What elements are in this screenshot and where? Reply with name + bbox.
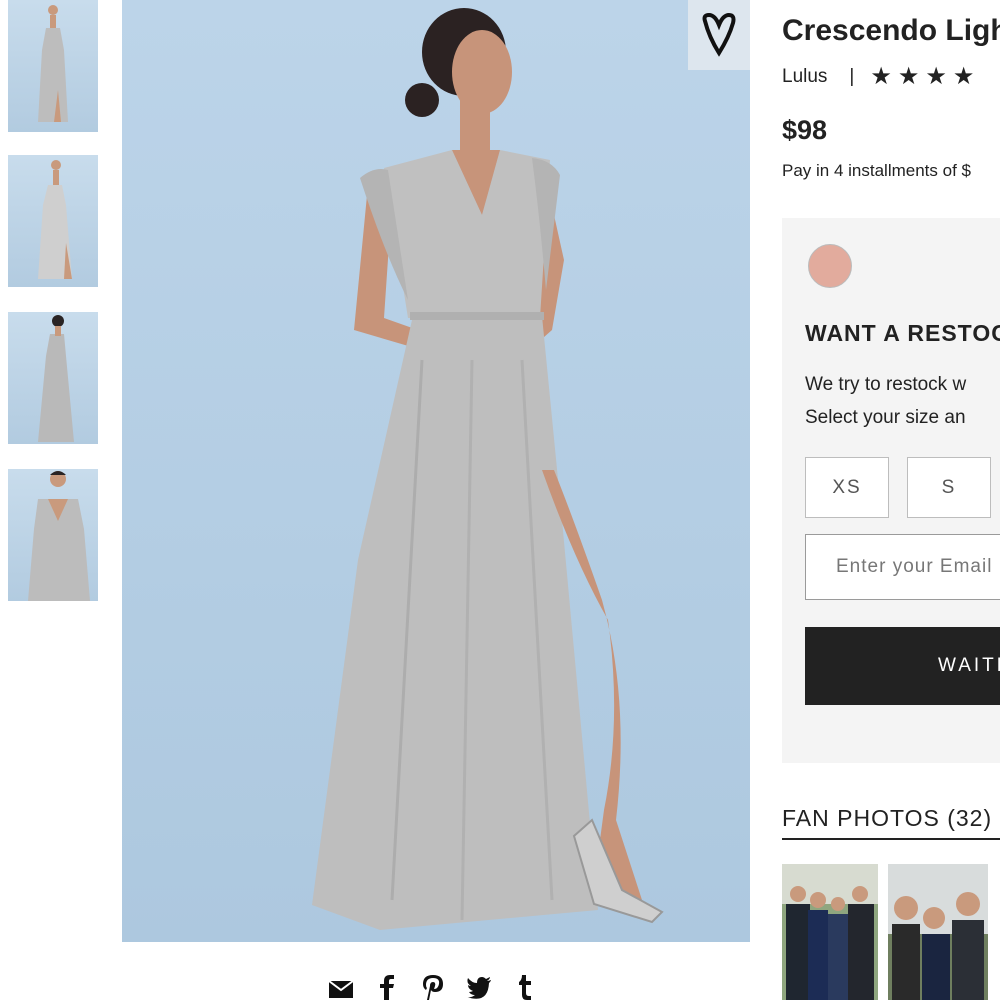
color-swatch[interactable] <box>808 244 852 288</box>
installments-text: Pay in 4 installments of $ <box>782 161 971 180</box>
restock-description: We try to restock w Select your size an <box>805 368 966 434</box>
wishlist-heart-button[interactable] <box>688 0 750 70</box>
email-icon[interactable] <box>328 974 354 1000</box>
facebook-icon[interactable] <box>374 974 400 1000</box>
fan-photos-title: FAN PHOTOS (32) <box>782 805 993 831</box>
pinterest-icon[interactable] <box>420 974 446 1000</box>
thumbnail-back[interactable] <box>8 312 98 444</box>
brand-link[interactable]: Lulus <box>782 66 827 88</box>
product-main-image[interactable] <box>122 0 750 942</box>
heart-icon <box>702 13 736 57</box>
restock-line-1: We try to restock w <box>805 374 967 395</box>
restock-title: WANT A RESTOCK <box>805 320 1000 346</box>
thumbnail-front[interactable] <box>8 0 98 132</box>
brand-rating-row: Lulus | ★★★★ <box>782 62 980 91</box>
product-title: Crescendo Light <box>782 14 1000 47</box>
restock-line-2: Select your size an <box>805 407 966 428</box>
product-price: $98 <box>782 115 828 145</box>
fan-photos-divider <box>782 838 1000 840</box>
twitter-icon[interactable] <box>466 974 492 1000</box>
thumbnail-side[interactable] <box>8 155 98 287</box>
size-button-s[interactable]: S <box>907 457 991 518</box>
tumblr-icon[interactable] <box>512 974 538 1000</box>
restock-panel: WANT A RESTOCK We try to restock w Selec… <box>782 218 1000 763</box>
fan-photo-2[interactable] <box>888 864 988 1000</box>
waitlist-button[interactable]: WAITLIST <box>805 627 1000 705</box>
size-button-xs[interactable]: XS <box>805 457 889 518</box>
share-bar <box>328 974 538 1000</box>
rating-stars[interactable]: ★★★★ <box>870 62 980 91</box>
email-input[interactable] <box>805 534 1000 600</box>
thumbnail-detail[interactable] <box>8 469 98 601</box>
fan-photo-1[interactable] <box>782 864 878 1000</box>
separator: | <box>849 65 855 87</box>
